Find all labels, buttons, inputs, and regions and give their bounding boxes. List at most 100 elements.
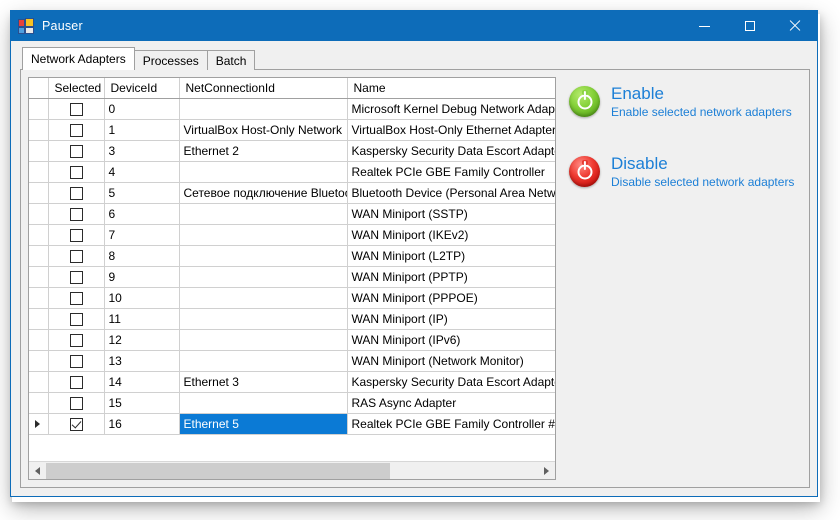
cell-selected[interactable] (48, 329, 105, 351)
cell-selected[interactable] (48, 266, 105, 288)
cell-name[interactable]: WAN Miniport (Network Monitor) (347, 350, 555, 372)
cell-deviceid[interactable]: 12 (104, 329, 180, 351)
horizontal-scrollbar[interactable] (29, 461, 555, 479)
cell-netconnectionid[interactable] (179, 392, 348, 414)
table-row[interactable]: 13 WAN Miniport (Network Monitor) (29, 350, 555, 372)
checkbox-icon[interactable] (69, 375, 83, 389)
enable-action[interactable]: Enable Enable selected network adapters (569, 84, 799, 120)
cell-netconnectionid[interactable] (179, 308, 348, 330)
checkbox-icon[interactable] (69, 354, 83, 368)
table-row[interactable]: 9 WAN Miniport (PPTP) (29, 266, 555, 288)
table-row[interactable]: 6 WAN Miniport (SSTP) (29, 203, 555, 225)
row-header[interactable] (29, 245, 49, 267)
checkbox-icon[interactable] (69, 312, 83, 326)
checkbox-icon[interactable] (69, 270, 83, 284)
cell-deviceid[interactable]: 3 (104, 140, 180, 162)
table-row[interactable]: 11 WAN Miniport (IP) (29, 308, 555, 330)
cell-deviceid[interactable]: 16 (104, 413, 180, 435)
enable-subtitle[interactable]: Enable selected network adapters (611, 105, 792, 120)
cell-selected[interactable] (48, 140, 105, 162)
checkbox-icon[interactable] (69, 207, 83, 221)
row-header[interactable] (29, 329, 49, 351)
cell-deviceid[interactable]: 8 (104, 245, 180, 267)
row-header[interactable] (29, 182, 49, 204)
cell-netconnectionid[interactable]: Ethernet 3 (179, 371, 348, 393)
cell-deviceid[interactable]: 13 (104, 350, 180, 372)
tab-batch[interactable]: Batch (206, 50, 256, 70)
cell-selected[interactable] (48, 350, 105, 372)
checkbox-icon[interactable] (69, 165, 83, 179)
cell-name[interactable]: Bluetooth Device (Personal Area Network) (347, 182, 555, 204)
cell-netconnectionid[interactable] (179, 203, 348, 225)
row-header[interactable] (29, 140, 49, 162)
column-header-selected[interactable]: Selected (48, 78, 105, 99)
checkbox-icon[interactable] (69, 249, 83, 263)
table-row[interactable]: 16 Ethernet 5 Realtek PCIe GBE Family Cont… (29, 413, 555, 435)
scroll-left-button[interactable] (29, 462, 46, 479)
row-header[interactable] (29, 350, 49, 372)
checkbox-icon[interactable] (69, 291, 83, 305)
cell-netconnectionid[interactable] (179, 161, 348, 183)
column-header-name[interactable]: Name (347, 78, 555, 99)
cell-name[interactable]: RAS Async Adapter (347, 392, 555, 414)
table-row[interactable]: 4 Realtek PCIe GBE Family Controller (29, 161, 555, 183)
tab-network-adapters[interactable]: Network Adapters (22, 47, 135, 70)
table-row[interactable]: 10 WAN Miniport (PPPOE) (29, 287, 555, 309)
table-row[interactable]: 3 Ethernet 2 Kaspersky Security Data Escor… (29, 140, 555, 162)
cell-name[interactable]: Microsoft Kernel Debug Network Adapter (347, 98, 555, 120)
row-header[interactable] (29, 224, 49, 246)
table-row[interactable]: 8 WAN Miniport (L2TP) (29, 245, 555, 267)
scroll-right-button[interactable] (538, 462, 555, 479)
tab-processes[interactable]: Processes (133, 50, 208, 70)
cell-name[interactable]: WAN Miniport (L2TP) (347, 245, 555, 267)
cell-name[interactable]: WAN Miniport (IKEv2) (347, 224, 555, 246)
cell-name[interactable]: Kaspersky Security Data Escort Adapter (347, 371, 555, 393)
cell-name[interactable]: WAN Miniport (PPTP) (347, 266, 555, 288)
row-header[interactable] (29, 308, 49, 330)
cell-deviceid[interactable]: 5 (104, 182, 180, 204)
cell-selected[interactable] (48, 119, 105, 141)
cell-deviceid[interactable]: 6 (104, 203, 180, 225)
checkbox-icon[interactable] (69, 144, 83, 158)
cell-deviceid[interactable]: 0 (104, 98, 180, 120)
checkbox-icon[interactable] (69, 396, 83, 410)
cell-selected[interactable] (48, 308, 105, 330)
cell-deviceid[interactable]: 9 (104, 266, 180, 288)
cell-netconnectionid[interactable] (179, 98, 348, 120)
cell-selected[interactable] (48, 224, 105, 246)
table-row[interactable]: 5 Сетевое подключение Bluetooth Bluetooth … (29, 182, 555, 204)
cell-selected[interactable] (48, 413, 105, 435)
checkbox-icon[interactable] (69, 123, 83, 137)
row-header[interactable] (29, 203, 49, 225)
checkbox-icon[interactable] (69, 186, 83, 200)
cell-deviceid[interactable]: 15 (104, 392, 180, 414)
row-header[interactable] (29, 413, 49, 435)
cell-netconnectionid[interactable]: Сетевое подключение Bluetooth (179, 182, 348, 204)
cell-selected[interactable] (48, 203, 105, 225)
close-button[interactable] (772, 11, 817, 41)
minimize-button[interactable] (682, 11, 727, 41)
cell-deviceid[interactable]: 4 (104, 161, 180, 183)
row-header[interactable] (29, 392, 49, 414)
select-all-corner[interactable] (29, 78, 49, 99)
row-header[interactable] (29, 161, 49, 183)
row-header[interactable] (29, 287, 49, 309)
cell-deviceid[interactable]: 11 (104, 308, 180, 330)
cell-selected[interactable] (48, 161, 105, 183)
table-row[interactable]: 15 RAS Async Adapter (29, 392, 555, 414)
cell-name[interactable]: VirtualBox Host-Only Ethernet Adapter (347, 119, 555, 141)
row-header[interactable] (29, 266, 49, 288)
disable-action[interactable]: Disable Disable selected network adapter… (569, 154, 799, 190)
table-row[interactable]: 1 VirtualBox Host-Only Network VirtualBox … (29, 119, 555, 141)
checkbox-checked-icon[interactable] (69, 417, 83, 431)
scroll-track[interactable] (46, 462, 538, 479)
cell-selected[interactable] (48, 182, 105, 204)
cell-name[interactable]: WAN Miniport (PPPOE) (347, 287, 555, 309)
maximize-button[interactable] (727, 11, 772, 41)
cell-netconnectionid[interactable]: VirtualBox Host-Only Network (179, 119, 348, 141)
scroll-thumb[interactable] (46, 462, 391, 479)
cell-name[interactable]: Realtek PCIe GBE Family Controller #2 (347, 413, 555, 435)
checkbox-icon[interactable] (69, 102, 83, 116)
cell-netconnectionid[interactable] (179, 266, 348, 288)
cell-name[interactable]: WAN Miniport (IPv6) (347, 329, 555, 351)
